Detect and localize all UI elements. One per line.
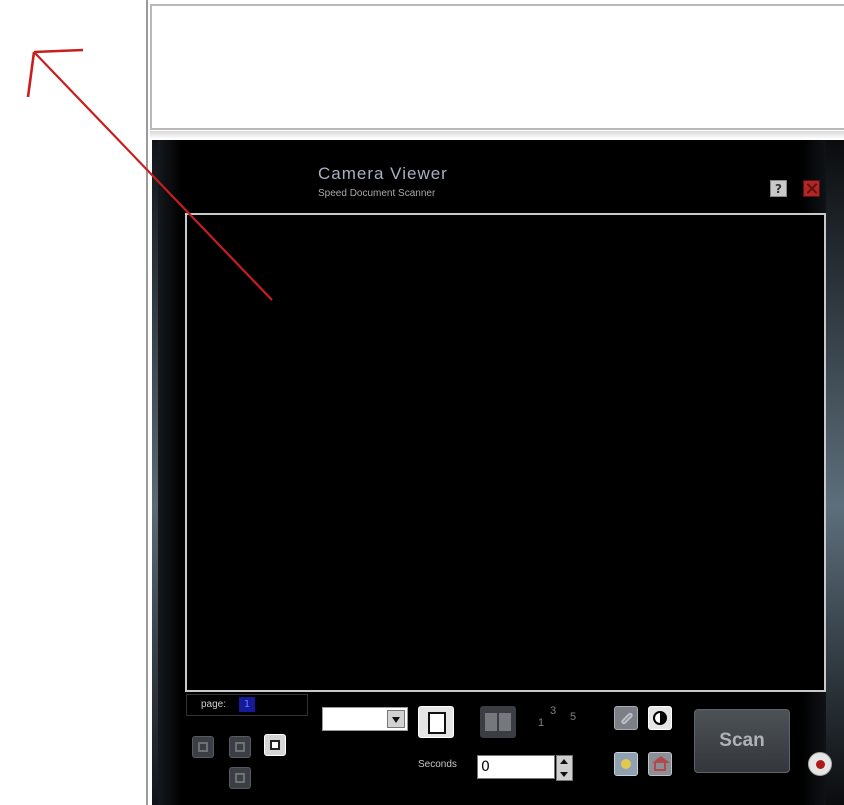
- double-page-icon-right: [499, 713, 511, 731]
- seconds-input[interactable]: 0: [477, 755, 555, 779]
- single-page-icon: [428, 712, 446, 734]
- window-subtitle: Speed Document Scanner: [318, 188, 436, 199]
- link-button[interactable]: [614, 706, 638, 730]
- arrow-head-top: [33, 48, 84, 54]
- crop-down-button[interactable]: [229, 736, 251, 758]
- double-page-button[interactable]: [480, 706, 516, 738]
- viewer-left-edge: [152, 140, 158, 805]
- page-auto-icon: [270, 740, 280, 750]
- resolution-dropdown[interactable]: [322, 707, 408, 731]
- home-button[interactable]: [648, 752, 672, 776]
- viewer-right-edge: [826, 140, 844, 805]
- double-page-icon: [485, 713, 497, 731]
- home-icon-body: [654, 762, 666, 771]
- contrast-icon: [653, 711, 667, 725]
- page-down-icon: [235, 742, 245, 752]
- link-icon: [620, 711, 634, 726]
- scan-button[interactable]: Scan: [694, 709, 790, 773]
- multi-page-glyph-5: 5: [570, 711, 577, 723]
- panel-shadow: [150, 131, 844, 139]
- multi-page-glyph-3: 3: [550, 705, 557, 717]
- seconds-label: Seconds: [418, 759, 457, 770]
- chevron-down-icon[interactable]: [387, 710, 405, 728]
- page-label: page:: [201, 699, 227, 710]
- single-page-button[interactable]: [418, 706, 454, 738]
- page-number: 1: [239, 697, 255, 712]
- close-button[interactable]: [803, 180, 820, 197]
- crop-up-button[interactable]: [229, 767, 251, 789]
- crop-auto-button[interactable]: [264, 734, 286, 756]
- seconds-spinner[interactable]: [556, 755, 573, 781]
- top-empty-panel: [150, 4, 844, 130]
- arrow-head-left: [26, 51, 36, 98]
- page-left-icon: [198, 742, 208, 752]
- sun-icon: [621, 759, 631, 769]
- multi-page-button[interactable]: 1 3 5: [536, 703, 580, 739]
- window-title: Camera Viewer: [318, 164, 448, 183]
- help-button[interactable]: ?: [770, 180, 787, 197]
- brightness-button[interactable]: [614, 752, 638, 776]
- crop-left-button[interactable]: [192, 736, 214, 758]
- multi-page-glyph-1: 1: [538, 717, 545, 729]
- camera-preview-area: [185, 213, 826, 692]
- page-up-icon: [235, 773, 245, 783]
- background-divider: [146, 0, 148, 805]
- record-button[interactable]: [808, 752, 832, 776]
- contrast-button[interactable]: [648, 706, 672, 730]
